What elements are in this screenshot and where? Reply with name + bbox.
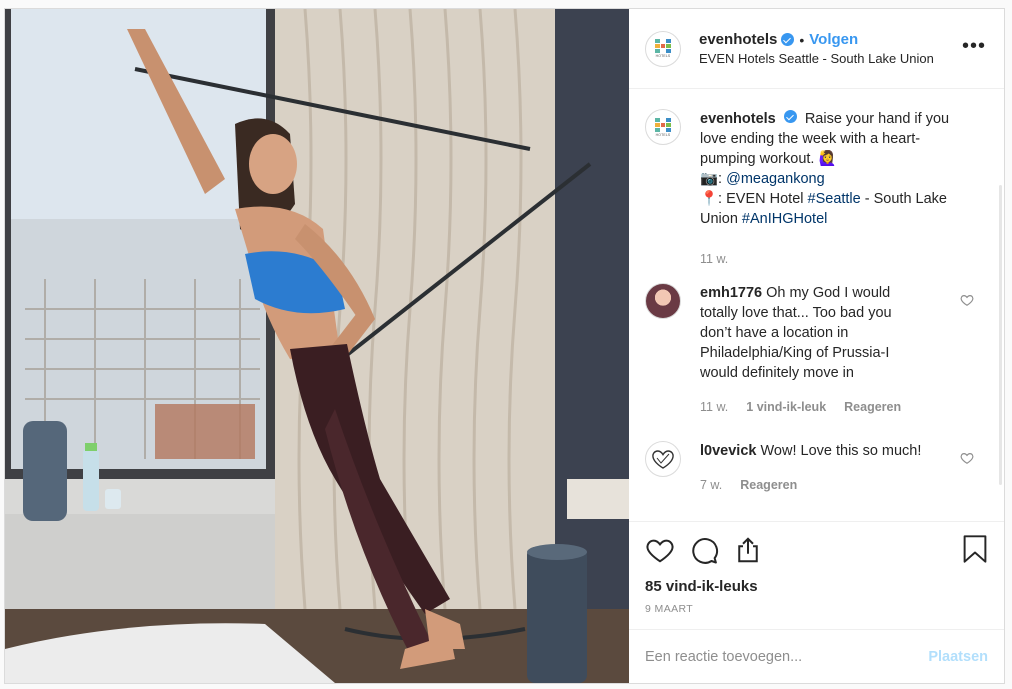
post-comment-button[interactable]: Plaatsen	[928, 649, 988, 665]
reply-button[interactable]: Reageren	[844, 397, 901, 417]
reply-button[interactable]: Reageren	[740, 475, 797, 495]
post-actions: 85 vind-ik-leuks 9 MAART	[629, 521, 1004, 629]
comment-like-heart-icon[interactable]	[960, 293, 974, 307]
caption-time[interactable]: 11 w.	[700, 249, 728, 269]
comment-input[interactable]: Een reactie toevoegen...	[645, 649, 802, 665]
commenter-avatar[interactable]	[645, 283, 681, 319]
more-options-icon[interactable]: •••	[962, 36, 986, 56]
likes-count[interactable]: 85 vind-ik-leuks	[645, 578, 988, 595]
comment-text: Wow! Love this so much!	[760, 443, 922, 459]
photo-illustration	[5, 9, 629, 683]
scrollbar[interactable]	[999, 185, 1002, 485]
heart-signature-icon	[652, 450, 674, 469]
comment-item: l0vevick Wow! Love this so much! 7 w. Re…	[645, 441, 938, 495]
comment-username[interactable]: l0vevick	[700, 443, 756, 459]
comment-icon[interactable]	[689, 535, 719, 565]
verified-badge-icon	[783, 110, 797, 123]
hashtag-anihghotel[interactable]: #AnIHGHotel	[742, 211, 827, 227]
caption: HOTELS evenhotels Raise your hand if you…	[645, 109, 962, 269]
pin-prefix: 📍: EVEN Hotel	[700, 191, 808, 207]
mention-link[interactable]: @meagankong	[726, 171, 825, 187]
post-header: HOTELS evenhotels • Volgen EVEN Hotels S…	[629, 9, 1004, 89]
comments-list: HOTELS evenhotels Raise your hand if you…	[629, 89, 1004, 521]
commenter-avatar[interactable]	[645, 441, 681, 477]
post-card: HOTELS evenhotels • Volgen EVEN Hotels S…	[4, 8, 1005, 684]
separator-dot: •	[799, 31, 805, 48]
even-hotels-logo: HOTELS	[655, 117, 671, 137]
comment-username[interactable]: emh1776	[700, 285, 762, 301]
caption-username[interactable]: evenhotels	[700, 111, 776, 127]
comment-time[interactable]: 11 w.	[700, 397, 728, 417]
verified-badge-icon	[781, 33, 795, 46]
post-photo[interactable]	[5, 9, 629, 683]
bookmark-icon[interactable]	[962, 534, 988, 564]
comment-time[interactable]: 7 w.	[700, 475, 722, 495]
share-icon[interactable]	[733, 535, 763, 565]
even-hotels-logo: HOTELS	[655, 39, 671, 58]
comment-likes[interactable]: 1 vind-ik-leuk	[746, 397, 826, 417]
profile-avatar[interactable]: HOTELS	[645, 30, 681, 67]
comment-like-heart-icon[interactable]	[960, 451, 974, 465]
caption-avatar[interactable]: HOTELS	[645, 109, 681, 145]
comment-item: emh1776 Oh my God I would totally love t…	[645, 283, 922, 417]
hashtag-seattle[interactable]: #Seattle	[808, 191, 861, 207]
camera-prefix: 📷:	[700, 171, 727, 187]
header-username[interactable]: evenhotels	[699, 31, 777, 48]
add-comment-bar: Een reactie toevoegen... Plaatsen	[629, 629, 1004, 683]
follow-button[interactable]: Volgen	[809, 31, 858, 48]
heart-icon[interactable]	[645, 535, 675, 565]
post-date[interactable]: 9 MAART	[645, 603, 988, 615]
location-link[interactable]: EVEN Hotels Seattle - South Lake Union	[699, 51, 934, 66]
post-side-panel: HOTELS evenhotels • Volgen EVEN Hotels S…	[629, 9, 1004, 683]
